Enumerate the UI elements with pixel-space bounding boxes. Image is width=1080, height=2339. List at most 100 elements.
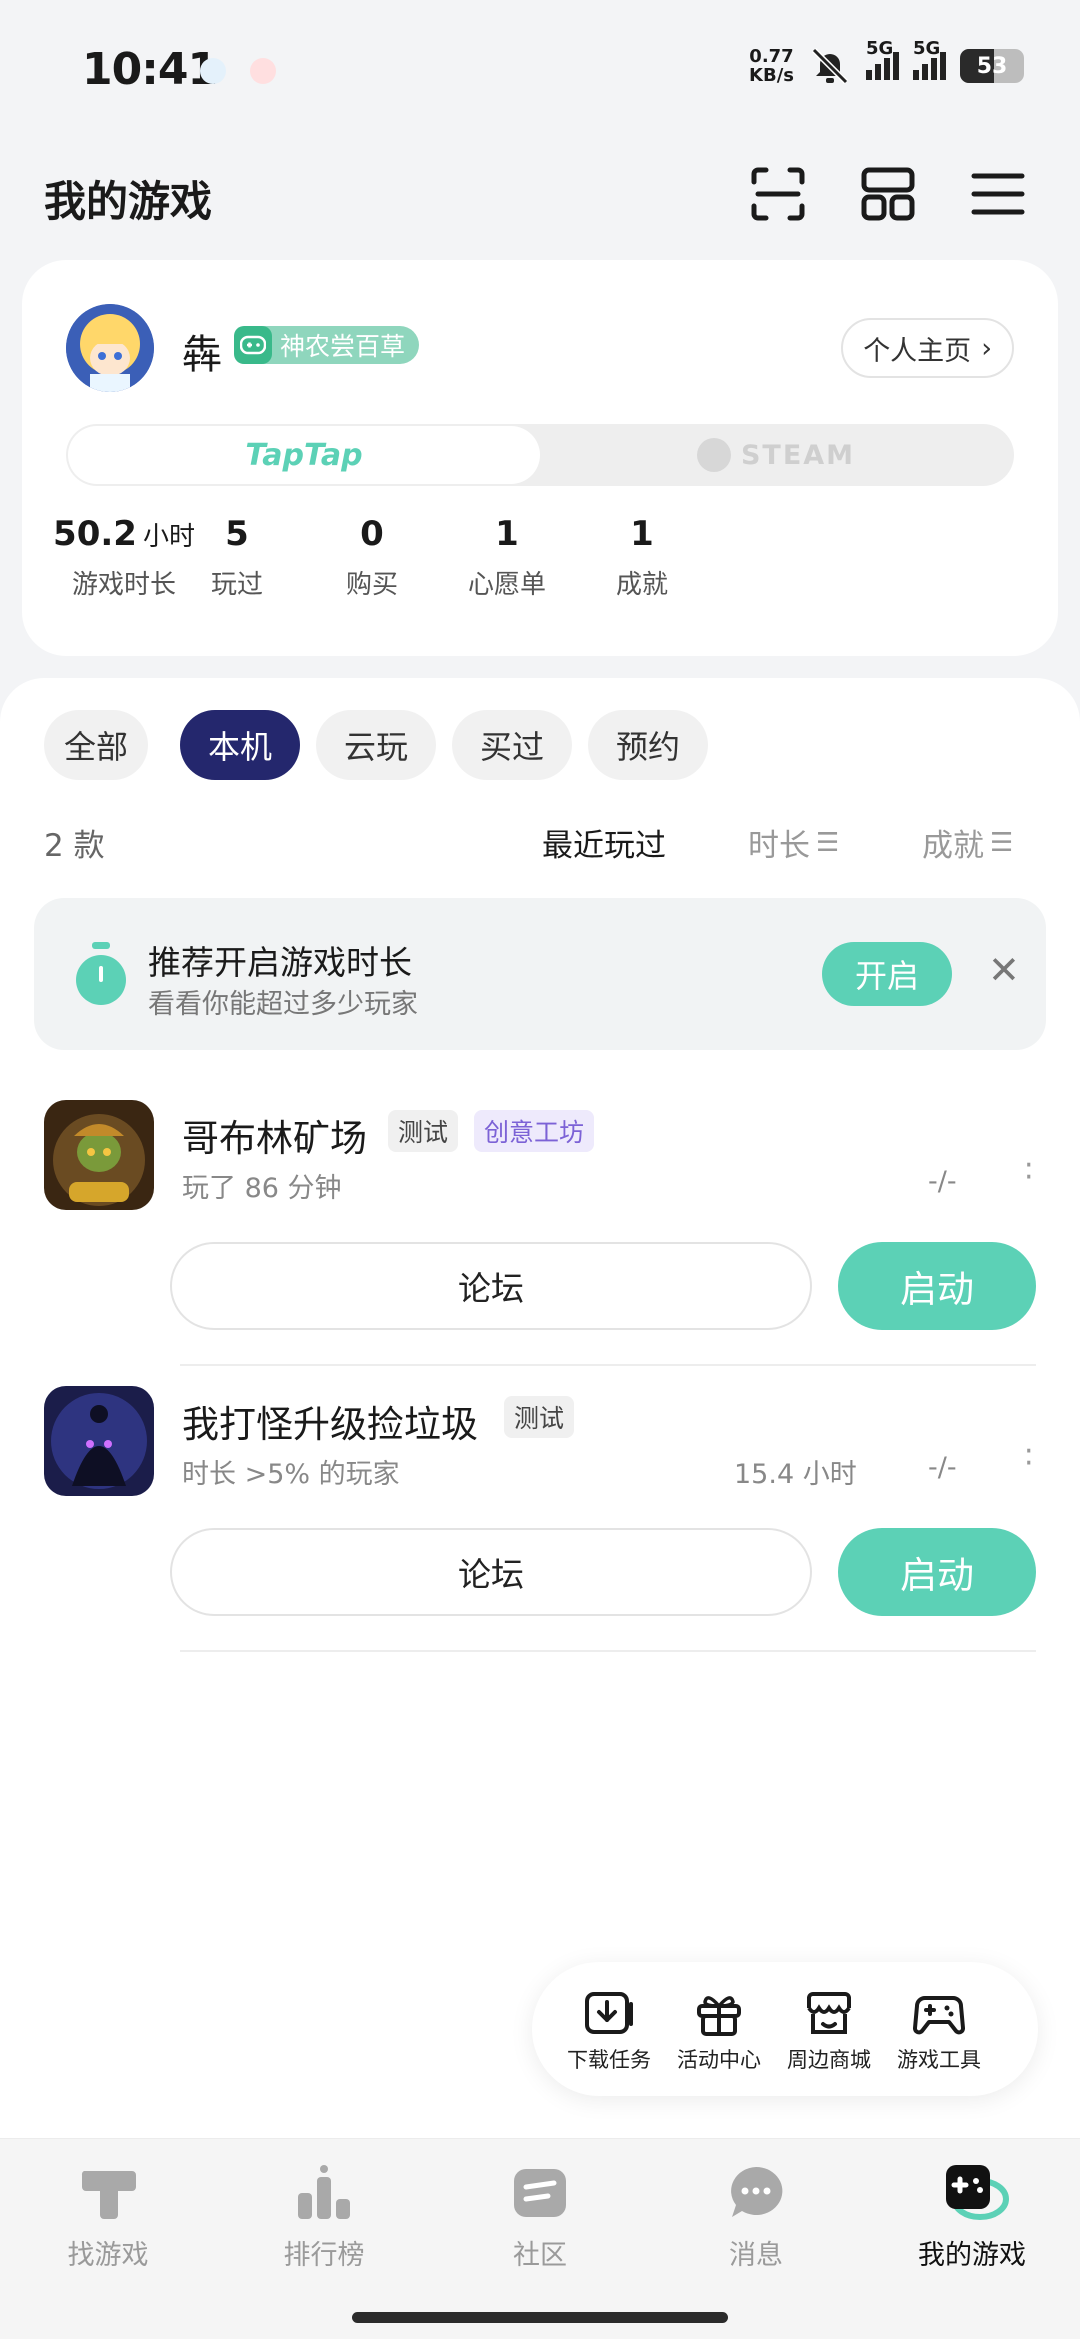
sort-label: 最近玩过 [542,828,666,864]
avatar[interactable] [66,304,154,392]
more-options-icon[interactable]: · · [1024,1437,1034,1479]
sort-icon: ☰ [990,827,1014,858]
game-playtime: 玩了 86 分钟 [182,1173,342,1204]
download-icon [585,1992,633,2034]
sort-label: 时长 [748,828,810,864]
enable-playtime-button[interactable]: 开启 [822,942,952,1006]
forum-label: 论坛 [458,1555,524,1594]
signal-1: 5G [866,38,899,80]
forum-button[interactable]: 论坛 [170,1528,812,1616]
profile-home-label: 个人主页 [863,335,972,367]
tab-steam[interactable]: STEAM [540,426,1012,484]
profile-home-button[interactable]: 个人主页 › [841,318,1014,378]
tag-workshop: 创意工坊 [474,1110,595,1152]
gamepad-badge-icon [234,326,272,364]
launch-button[interactable]: 启动 [838,1242,1036,1330]
tag-test: 测试 [504,1396,575,1438]
sort-recent[interactable]: 最近玩过 [542,820,666,865]
hooded-figure-art [44,1386,154,1496]
tool-label: 游戏工具 [897,2048,981,2072]
net-speed-unit: KB/s [749,65,794,86]
nav-item-messages[interactable]: 消息 [676,2163,836,2272]
nav-label: 找游戏 [67,2240,149,2271]
more-options-icon[interactable]: · · [1024,1151,1034,1193]
game-rating: -/- [928,1166,957,1197]
status-right: 0.77 KB/s 5G 5G 53 [749,38,1024,86]
divider [180,1364,1036,1366]
nav-item-community[interactable]: 社区 [460,2163,620,2272]
tool-download-tasks[interactable]: 下载任务 [554,1990,664,2074]
notification-app-icon [250,58,276,84]
close-icon[interactable]: ✕ [988,948,1020,992]
store-icon [807,1992,851,2034]
signal-2: 5G [913,38,946,80]
filter-chip-purchased[interactable]: 买过 [452,710,572,780]
filter-chip-reserved[interactable]: 预约 [588,710,708,780]
nav-item-rankings[interactable]: 排行榜 [244,2163,404,2272]
mute-icon [811,47,849,85]
avatar-illustration [66,304,154,392]
chip-label: 本机 [207,728,272,766]
message-icon [731,2166,783,2217]
nav-label: 排行榜 [283,2240,365,2271]
launch-button[interactable]: 启动 [838,1528,1036,1616]
game-title[interactable]: 我打怪升级捡垃圾 [182,1394,478,1448]
tab-taptap-label: TapTap [245,437,363,473]
chip-label: 全部 [63,728,128,766]
tool-game-tools[interactable]: 游戏工具 [884,1990,994,2074]
community-icon [514,2169,566,2217]
notification-app-icon [200,58,226,84]
playtime-reminder: 推荐开启游戏时长 看看你能超过多少玩家 开启 ✕ [34,898,1046,1050]
filter-chip-all[interactable]: 全部 [44,710,148,780]
stat-value: 1 [630,514,654,554]
username: 犇 [182,332,222,378]
sort-icon: ☰ [816,827,840,858]
forum-button[interactable]: 论坛 [170,1242,812,1330]
nav-label: 社区 [513,2240,567,2271]
layout-icon[interactable] [858,164,918,224]
rankings-icon [298,2165,350,2219]
game-item: 哥布林矿场 测试 创意工坊 玩了 86 分钟 -/- · · 论坛 启动 [0,1082,1080,1366]
tool-merch-store[interactable]: 周边商城 [774,1990,884,2074]
menu-icon[interactable] [968,164,1028,224]
chip-label: 云玩 [343,728,408,766]
tool-event-center[interactable]: 活动中心 [664,1990,774,2074]
game-icon-monster-loot[interactable] [44,1386,154,1496]
tab-taptap[interactable]: TapTap [68,426,540,484]
filter-chip-cloud[interactable]: 云玩 [316,710,436,780]
stat-number: 50.2 [53,514,137,554]
sort-duration[interactable]: 时长 ☰ [748,820,839,865]
tool-dock: 下载任务 活动中心 周边商城 游戏工具 [532,1962,1038,2096]
status-time: 10:41 [82,44,218,95]
signal-1-label: 5G [866,38,894,59]
profile-card: 犇 神农尝百草 个人主页 › TapTap STEAM 50.2 小时 游戏时长 … [22,260,1058,656]
stopwatch-icon [76,942,126,1005]
forum-label: 论坛 [458,1269,524,1308]
taptap-icon [81,2171,136,2219]
title-badge[interactable]: 神农尝百草 [234,326,420,364]
stat-achievements[interactable]: 1 成就 [542,514,742,601]
chip-label: 预约 [615,728,680,766]
steam-icon [696,438,731,472]
chevron-right-icon: › [981,332,992,364]
scan-icon[interactable] [748,164,808,224]
signal-2-label: 5G [913,38,941,59]
battery-level: 53 [976,53,1008,79]
goblin-art [44,1100,154,1210]
tool-label: 活动中心 [677,2048,761,2072]
game-title[interactable]: 哥布林矿场 [182,1108,367,1162]
nav-item-my-games[interactable]: 我的游戏 [892,2163,1052,2272]
tool-label: 下载任务 [567,2048,651,2072]
filter-chip-local[interactable]: 本机 [180,710,300,780]
nav-label: 消息 [729,2240,783,2271]
game-icon-goblin-mine[interactable] [44,1100,154,1210]
nav-label: 我的游戏 [918,2240,1026,2271]
game-hours: 15.4 小时 [734,1459,857,1490]
enable-label: 开启 [854,957,919,995]
sort-achievement[interactable]: 成就 ☰ [922,820,1013,865]
status-bar: 10:41 0.77 KB/s 5G 5G 53 [0,0,1080,130]
home-indicator [352,2312,728,2323]
nav-item-find-games[interactable]: 找游戏 [28,2163,188,2272]
game-list-panel: 全部 本机 云玩 买过 预约 2 款 最近玩过 时长 ☰ 成就 ☰ 推荐开启游戏… [0,678,1080,2138]
stat-label: 成就 [615,570,668,600]
